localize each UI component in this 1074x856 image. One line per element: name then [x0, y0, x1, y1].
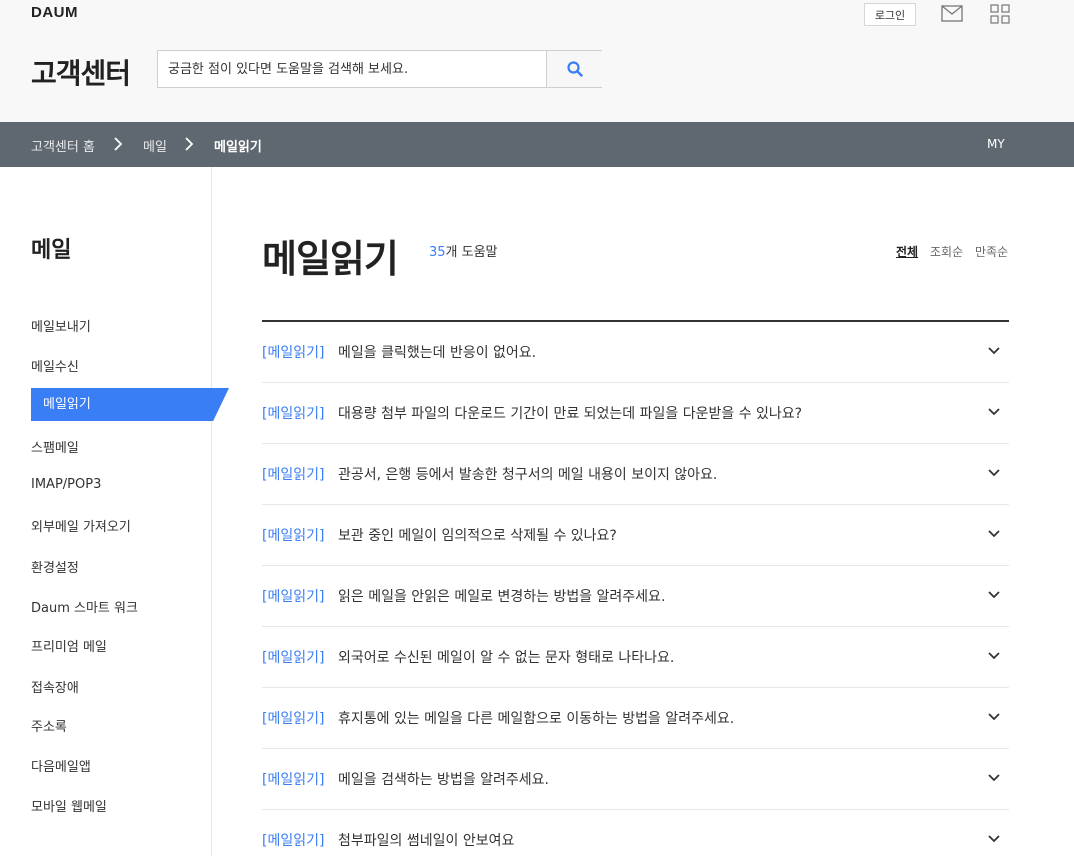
- faq-question: 휴지통에 있는 메일을 다른 메일함으로 이동하는 방법을 알려주세요.: [338, 711, 735, 727]
- faq-item[interactable]: [메일읽기] 관공서, 은행 등에서 발송한 청구서의 메일 내용이 보이지 않아…: [262, 444, 1009, 505]
- chevron-down-icon[interactable]: [987, 407, 1001, 417]
- sort-views[interactable]: 조회순: [930, 243, 963, 260]
- mail-icon[interactable]: [941, 5, 963, 22]
- search-input[interactable]: [158, 51, 546, 87]
- sidebar-item[interactable]: 접속장애: [31, 677, 79, 696]
- chevron-down-icon[interactable]: [987, 590, 1001, 600]
- faq-item[interactable]: [메일읽기] 읽은 메일을 안읽은 메일로 변경하는 방법을 알려주세요.: [262, 566, 1009, 627]
- sidebar-item[interactable]: Daum 스마트 워크: [31, 597, 138, 616]
- faq-category: [메일읽기]: [262, 528, 325, 544]
- faq-question: 대용량 첨부 파일의 다운로드 기간이 만료 되었는데 파일을 다운받을 수 있…: [338, 406, 803, 422]
- sidebar-item[interactable]: 외부메일 가져오기: [31, 516, 131, 535]
- app-grid-icon[interactable]: [990, 4, 1010, 24]
- my-link[interactable]: MY: [987, 137, 1005, 151]
- help-count-label: 개 도움말: [445, 245, 498, 260]
- chevron-down-icon[interactable]: [987, 834, 1001, 844]
- chevron-down-icon[interactable]: [987, 346, 1001, 356]
- faq-question: 첨부파일의 썸네일이 안보여요: [338, 833, 515, 849]
- chevron-down-icon[interactable]: [987, 651, 1001, 661]
- section-title: 메일읽기: [262, 237, 399, 281]
- faq-item[interactable]: [메일읽기] 대용량 첨부 파일의 다운로드 기간이 만료 되었는데 파일을 다운…: [262, 383, 1009, 444]
- faq-question: 관공서, 은행 등에서 발송한 청구서의 메일 내용이 보이지 않아요.: [338, 467, 718, 483]
- faq-category: [메일읽기]: [262, 650, 325, 666]
- login-button[interactable]: 로그인: [864, 3, 916, 26]
- chevron-down-icon[interactable]: [987, 773, 1001, 783]
- sidebar-item[interactable]: IMAP/POP3: [31, 477, 101, 492]
- sidebar-item[interactable]: 다음메일앱: [31, 756, 91, 775]
- faq-category: [메일읽기]: [262, 589, 325, 605]
- sidebar-item[interactable]: 스팸메일: [31, 437, 79, 456]
- chevron-down-icon[interactable]: [987, 712, 1001, 722]
- chevron-down-icon[interactable]: [987, 529, 1001, 539]
- faq-item[interactable]: [메일읽기] 보관 중인 메일이 임의적으로 삭제될 수 있나요?: [262, 505, 1009, 566]
- breadcrumb-current: 메일읽기: [214, 140, 262, 155]
- page-title[interactable]: 고객센터: [31, 52, 131, 92]
- help-count-number: 35: [429, 245, 446, 260]
- faq-category: [메일읽기]: [262, 772, 325, 788]
- faq-item[interactable]: [메일읽기] 휴지통에 있는 메일을 다른 메일함으로 이동하는 방법을 알려주세…: [262, 688, 1009, 749]
- sidebar: 메일: [0, 167, 212, 856]
- faq-category: [메일읽기]: [262, 345, 325, 361]
- chevron-right-icon: [185, 137, 194, 151]
- sort-satisfaction[interactable]: 만족순: [975, 243, 1008, 260]
- sidebar-item[interactable]: 주소록: [31, 716, 67, 735]
- faq-item[interactable]: [메일읽기] 메일을 클릭했는데 반응이 없어요.: [262, 322, 1009, 383]
- sidebar-title: 메일: [31, 238, 72, 263]
- sidebar-item[interactable]: 프리미엄 메일: [31, 636, 107, 655]
- sidebar-item[interactable]: 모바일 웹메일: [31, 796, 107, 815]
- breadcrumb: 고객센터 홈 메일 메일읽기 MY: [0, 122, 1074, 167]
- faq-item[interactable]: [메일읽기] 첨부파일의 썸네일이 안보여요: [262, 810, 1009, 856]
- sort-all[interactable]: 전체: [896, 243, 918, 260]
- faq-question: 보관 중인 메일이 임의적으로 삭제될 수 있나요?: [338, 528, 617, 544]
- top-header: DAUM 로그인 고객센터: [0, 0, 1074, 122]
- chevron-right-icon: [114, 137, 123, 151]
- search-button[interactable]: [546, 51, 602, 87]
- faq-category: [메일읽기]: [262, 711, 325, 727]
- faq-question: 메일을 클릭했는데 반응이 없어요.: [338, 345, 537, 361]
- help-count: 35개 도움말: [429, 241, 498, 260]
- breadcrumb-mail[interactable]: 메일: [143, 136, 167, 155]
- faq-question: 읽은 메일을 안읽은 메일로 변경하는 방법을 알려주세요.: [338, 589, 666, 605]
- sidebar-item[interactable]: 메일수신: [31, 356, 79, 375]
- faq-item[interactable]: [메일읽기] 메일을 검색하는 방법을 알려주세요.: [262, 749, 1009, 810]
- daum-logo[interactable]: DAUM: [31, 4, 78, 21]
- sidebar-item[interactable]: 메일읽기: [31, 388, 229, 421]
- sidebar-item[interactable]: 메일보내기: [31, 316, 91, 335]
- chevron-down-icon[interactable]: [987, 468, 1001, 478]
- faq-category: [메일읽기]: [262, 833, 325, 849]
- faq-category: [메일읽기]: [262, 406, 325, 422]
- search-icon: [566, 61, 583, 77]
- search-box: [157, 50, 602, 88]
- faq-category: [메일읽기]: [262, 467, 325, 483]
- faq-item[interactable]: [메일읽기] 외국어로 수신된 메일이 알 수 없는 문자 형태로 나타나요.: [262, 627, 1009, 688]
- breadcrumb-home[interactable]: 고객센터 홈: [31, 136, 95, 155]
- faq-question: 메일을 검색하는 방법을 알려주세요.: [338, 772, 549, 788]
- faq-question: 외국어로 수신된 메일이 알 수 없는 문자 형태로 나타나요.: [338, 650, 675, 666]
- sidebar-item[interactable]: 환경설정: [31, 557, 79, 576]
